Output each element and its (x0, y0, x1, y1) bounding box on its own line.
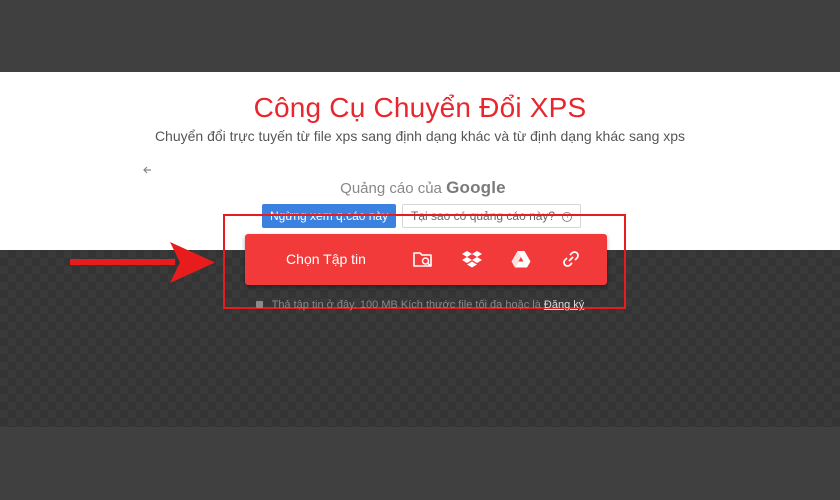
choose-file-button[interactable]: Chọn Tập tin (245, 234, 407, 285)
google-logo: Google (446, 178, 506, 197)
google-drive-icon[interactable] (509, 247, 533, 271)
annotation-arrow-icon (70, 242, 215, 283)
upload-note-text: Thả tập tin ở đây. 100 MB Kích thước fil… (271, 299, 541, 311)
folder-search-icon[interactable] (411, 247, 435, 271)
dropbox-icon[interactable] (460, 247, 484, 271)
page-title: Công Cụ Chuyển Đổi XPS (253, 92, 587, 123)
ad-label-prefix: Quảng cáo của (340, 180, 442, 197)
register-link[interactable]: Đăng ký (544, 299, 584, 311)
page-subtitle: Chuyển đổi trực tuyến từ file xps sang đ… (154, 128, 686, 144)
upload-note: Thả tập tin ở đây. 100 MB Kích thước fil… (0, 299, 840, 311)
ad-label: Quảng cáo của Google (134, 178, 712, 198)
upload-bar: Chọn Tập tin (245, 234, 607, 285)
lock-icon (255, 300, 263, 308)
arrow-left-icon[interactable] (140, 164, 154, 178)
link-icon[interactable] (559, 247, 583, 271)
